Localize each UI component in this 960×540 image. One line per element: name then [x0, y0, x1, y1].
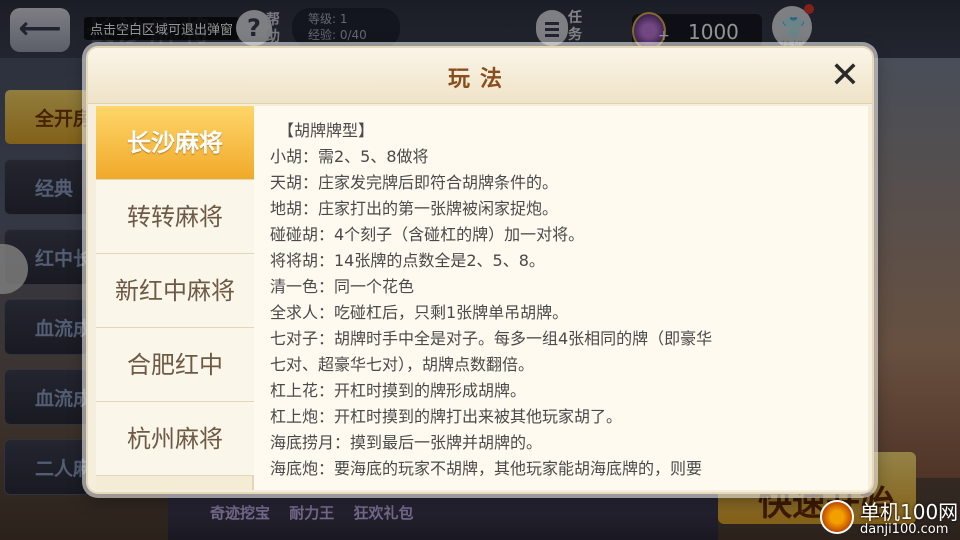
rule-line: 天胡：庄家发完牌后即符合胡牌条件的。	[270, 173, 559, 192]
watermark-cn: 单机100网	[860, 500, 959, 524]
rule-tabs: 长沙麻将 转转麻将 新红中麻将 合肥红中 杭州麻将	[96, 106, 254, 490]
rule-line: 小胡：需2、5、8做将	[270, 147, 429, 166]
tab-zhuanzhuan[interactable]: 转转麻将	[96, 180, 254, 254]
tab-hefei-hongzhong[interactable]: 合肥红中	[96, 328, 254, 402]
rule-line: 杠上花：开杠时摸到的牌形成胡牌。	[270, 381, 527, 400]
rule-line: 清一色：同一个花色	[270, 277, 415, 296]
rules-heading: 【胡牌牌型】	[278, 121, 375, 140]
watermark-en: danji100.com	[860, 522, 949, 537]
watermark-logo-icon	[820, 500, 854, 534]
dialog-header: 玩法 ✕	[88, 48, 872, 104]
rule-line: 七对子：胡牌时手中全是对子。每多一组4张相同的牌（即豪华	[270, 329, 713, 348]
rule-line: 海底炮：要海底的玩家不胡牌，其他玩家能胡海底牌的，则要	[270, 459, 703, 478]
rule-line: 杠上炮：开杠时摸到的牌打出来被其他玩家胡了。	[270, 407, 623, 426]
rule-line: 七对、超豪华七对），胡牌点数翻倍。	[270, 355, 535, 374]
rule-line: 将将胡：14张牌的点数全是2、5、8。	[270, 251, 545, 270]
rule-line: 全求人：吃碰杠后，只剩1张牌单吊胡牌。	[270, 303, 569, 322]
dialog-body: 长沙麻将 转转麻将 新红中麻将 合肥红中 杭州麻将 【胡牌牌型】 小胡：需2、5…	[96, 106, 868, 490]
tab-changsha[interactable]: 长沙麻将	[96, 106, 254, 180]
rule-line: 海底捞月：摸到最后一张牌并胡牌的。	[270, 433, 543, 452]
close-icon[interactable]: ✕	[828, 58, 862, 94]
rules-content[interactable]: 【胡牌牌型】 小胡：需2、5、8做将 天胡：庄家发完牌后即符合胡牌条件的。 地胡…	[270, 118, 858, 490]
rule-line: 碰碰胡：4个刻子（含碰杠的牌）加一对将。	[270, 225, 585, 244]
tab-hangzhou[interactable]: 杭州麻将	[96, 402, 254, 476]
rules-dialog: 玩法 ✕ 长沙麻将 转转麻将 新红中麻将 合肥红中 杭州麻将 【胡牌牌型】 小胡…	[86, 46, 874, 494]
dialog-title: 玩法	[447, 67, 512, 92]
tab-new-hongzhong[interactable]: 新红中麻将	[96, 254, 254, 328]
rule-line: 地胡：庄家打出的第一张牌被闲家捉炮。	[270, 199, 559, 218]
